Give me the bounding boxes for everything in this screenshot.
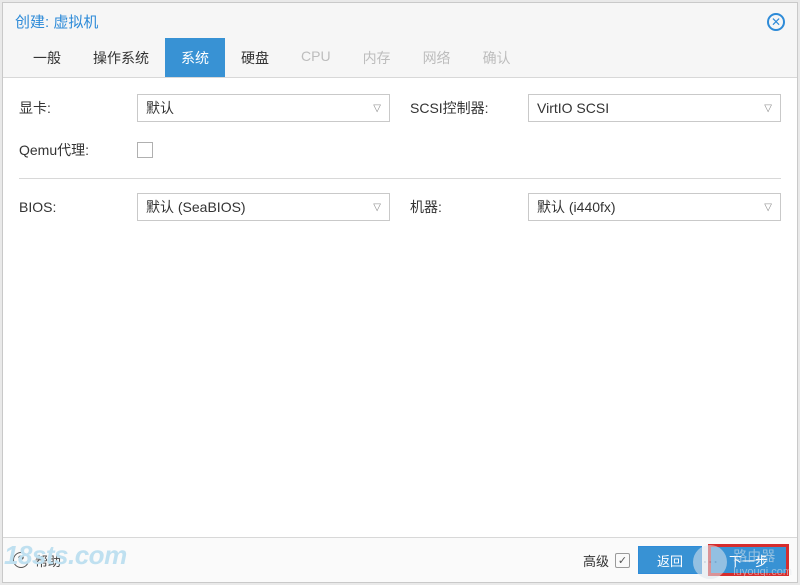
tab-system[interactable]: 系统 <box>165 38 225 77</box>
chevron-down-icon: ▽ <box>764 202 772 213</box>
scsi-label: SCSI控制器: <box>410 98 522 118</box>
tab-network: 网络 <box>407 38 467 77</box>
tab-disk[interactable]: 硬盘 <box>225 38 285 77</box>
dialog-header: 创建: 虚拟机 ✕ <box>3 3 797 38</box>
scsi-value: VirtIO SCSI <box>537 100 609 116</box>
wizard-tabs: 一般 操作系统 系统 硬盘 CPU 内存 网络 确认 <box>3 38 797 78</box>
section-divider <box>19 178 781 179</box>
gpu-value: 默认 <box>146 98 174 118</box>
tab-confirm: 确认 <box>467 38 527 77</box>
machine-label: 机器: <box>410 197 522 217</box>
chevron-down-icon: ▽ <box>373 202 381 213</box>
chevron-down-icon: ▽ <box>373 103 381 114</box>
machine-select[interactable]: 默认 (i440fx) ▽ <box>528 193 781 221</box>
dialog-body: 显卡: 默认 ▽ SCSI控制器: VirtIO SCSI ▽ Qemu代理: <box>3 78 797 537</box>
help-label: 帮助 <box>35 551 61 570</box>
gpu-label: 显卡: <box>19 98 131 118</box>
close-icon[interactable]: ✕ <box>767 13 785 31</box>
tab-general[interactable]: 一般 <box>17 38 77 77</box>
back-label: 返回 <box>657 551 683 570</box>
chevron-down-icon: ▽ <box>764 103 772 114</box>
tab-os[interactable]: 操作系统 <box>77 38 165 77</box>
next-button[interactable]: 下一步 <box>710 546 787 574</box>
dialog-title: 创建: 虚拟机 <box>15 11 98 32</box>
create-vm-dialog: 创建: 虚拟机 ✕ 一般 操作系统 系统 硬盘 CPU 内存 网络 确认 显卡:… <box>2 2 798 583</box>
tab-cpu: CPU <box>285 38 347 77</box>
gpu-select[interactable]: 默认 ▽ <box>137 94 390 122</box>
help-button[interactable]: ? 帮助 <box>13 551 61 570</box>
machine-value: 默认 (i440fx) <box>537 197 616 217</box>
help-icon: ? <box>13 552 29 568</box>
qemu-agent-checkbox[interactable] <box>137 142 153 158</box>
back-button[interactable]: 返回 <box>638 546 702 574</box>
bios-label: BIOS: <box>19 199 131 215</box>
qemu-agent-label: Qemu代理: <box>19 140 131 160</box>
bios-value: 默认 (SeaBIOS) <box>146 197 246 217</box>
next-label: 下一步 <box>729 551 768 570</box>
dialog-footer: ? 帮助 高级 ✓ 返回 下一步 <box>3 537 797 582</box>
tab-memory: 内存 <box>347 38 407 77</box>
bios-select[interactable]: 默认 (SeaBIOS) ▽ <box>137 193 390 221</box>
advanced-label: 高级 <box>583 551 609 570</box>
advanced-toggle[interactable]: 高级 ✓ <box>583 551 630 570</box>
advanced-checkbox[interactable]: ✓ <box>615 553 630 568</box>
scsi-select[interactable]: VirtIO SCSI ▽ <box>528 94 781 122</box>
